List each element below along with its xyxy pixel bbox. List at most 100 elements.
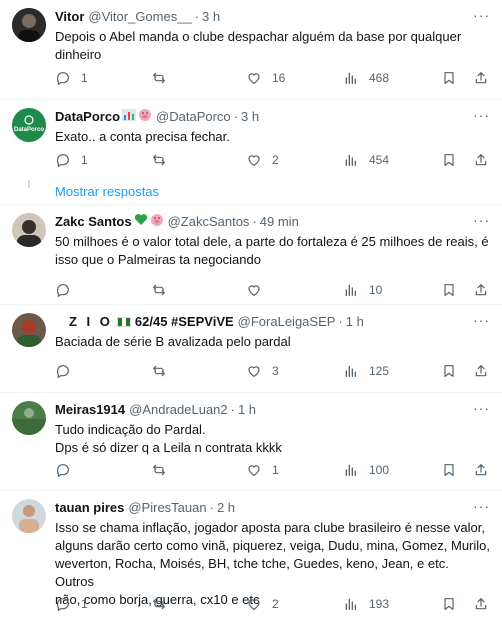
user-handle[interactable]: @AndradeLuan2: [129, 401, 228, 419]
bookmark-button[interactable]: [441, 363, 457, 379]
share-button[interactable]: [473, 70, 489, 86]
display-name-prefix[interactable]: Z I O: [69, 313, 113, 331]
like-button[interactable]: 16: [246, 70, 285, 86]
timestamp[interactable]: 3 h: [202, 8, 220, 26]
bookmark-button[interactable]: [441, 462, 457, 478]
reply-button[interactable]: [55, 282, 81, 298]
avatar[interactable]: [12, 213, 46, 247]
views-chart-icon: [343, 596, 359, 612]
views-button[interactable]: 454: [343, 152, 389, 168]
tweet[interactable]: DataPorco DataPorco @DataPorco · 3 h Exa…: [0, 100, 502, 204]
like-count: 2: [272, 153, 279, 167]
share-button[interactable]: [473, 596, 489, 612]
like-count: 2: [272, 597, 279, 611]
bookmark-button[interactable]: [441, 282, 457, 298]
share-button[interactable]: [473, 152, 489, 168]
like-button[interactable]: 2: [246, 596, 279, 612]
tweet[interactable]: Meiras1914 @AndradeLuan2 · 1 h Tudo indi…: [0, 393, 502, 491]
reply-button[interactable]: 1: [55, 152, 88, 168]
display-name[interactable]: Meiras1914: [55, 401, 125, 419]
more-options-icon[interactable]: ···: [473, 213, 490, 227]
display-name[interactable]: Vitor: [55, 8, 84, 26]
bookmark-button[interactable]: [441, 152, 457, 168]
timestamp[interactable]: 2 h: [217, 499, 235, 517]
tweet-actions: 3 125: [55, 361, 490, 381]
more-options-icon[interactable]: ···: [473, 401, 490, 415]
avatar[interactable]: [12, 401, 46, 435]
bookmark-icon: [441, 462, 457, 478]
more-options-icon[interactable]: ···: [473, 313, 490, 327]
display-name[interactable]: tauan pires: [55, 499, 124, 517]
avatar-text: DataPorco: [13, 127, 44, 133]
like-button[interactable]: 3: [246, 363, 279, 379]
retweet-icon: [151, 462, 167, 478]
share-button[interactable]: [473, 282, 489, 298]
avatar[interactable]: [12, 8, 46, 42]
more-options-icon[interactable]: ···: [473, 499, 490, 513]
retweet-button[interactable]: [151, 282, 177, 298]
views-chart-icon: [343, 363, 359, 379]
like-count: 16: [272, 71, 286, 85]
display-name[interactable]: Zakc Santos: [55, 213, 132, 231]
share-button[interactable]: [473, 363, 489, 379]
views-button[interactable]: 100: [343, 462, 389, 478]
pig-emoji-icon: [138, 108, 152, 126]
retweet-button[interactable]: [151, 596, 177, 612]
avatar[interactable]: [12, 313, 46, 347]
retweet-button[interactable]: [151, 363, 177, 379]
user-handle[interactable]: @Vitor_Gomes__: [88, 8, 191, 26]
timestamp[interactable]: 1 h: [238, 401, 256, 419]
tweet-actions: 1 16 468: [55, 68, 490, 88]
user-handle[interactable]: @ZakcSantos: [168, 213, 250, 231]
retweet-button[interactable]: [151, 70, 177, 86]
tweet[interactable]: Zakc Santos @ZakcSantos · 49 min 50 milh…: [0, 205, 502, 305]
reply-button[interactable]: [55, 462, 81, 478]
avatar[interactable]: DataPorco: [12, 108, 46, 142]
display-name[interactable]: 62/45 #SEPViVE: [135, 313, 234, 331]
bookmark-button[interactable]: [441, 70, 457, 86]
tweet-text-line: weverton, Rocha, Moisés, BH, tche tche, …: [55, 556, 449, 589]
retweet-button[interactable]: [151, 462, 177, 478]
tweet[interactable]: tauan pires @PiresTauan · 2 h Isso se ch…: [0, 491, 502, 624]
views-button[interactable]: 468: [343, 70, 389, 86]
retweet-button[interactable]: [151, 152, 177, 168]
views-button[interactable]: 10: [343, 282, 382, 298]
views-button[interactable]: 193: [343, 596, 389, 612]
timestamp[interactable]: 3 h: [241, 108, 259, 126]
user-handle[interactable]: @DataPorco: [156, 108, 231, 126]
views-count: 468: [369, 71, 390, 85]
reply-button[interactable]: 1: [55, 70, 88, 86]
user-handle[interactable]: @PiresTauan: [128, 499, 206, 517]
bookmark-icon: [441, 363, 457, 379]
like-button[interactable]: 2: [246, 152, 279, 168]
bookmark-button[interactable]: [441, 596, 457, 612]
show-replies-link[interactable]: Mostrar respostas: [55, 184, 159, 199]
tweet[interactable]: Z I O 62/45 #SEPViVE @ForaLeigaSEP · 1 h…: [0, 305, 502, 393]
views-count: 10: [369, 283, 383, 297]
like-button[interactable]: [246, 282, 272, 298]
like-button[interactable]: 1: [246, 462, 279, 478]
views-chart-icon: [343, 70, 359, 86]
avatar[interactable]: [12, 499, 46, 533]
tweet-text-line: Baciada de série B avalizada pelo pardal: [55, 334, 291, 349]
bookmark-icon: [441, 152, 457, 168]
green-heart-icon: [134, 213, 148, 231]
user-handle[interactable]: @ForaLeigaSEP: [238, 313, 336, 331]
reply-icon: [55, 462, 71, 478]
tweet-text-line: Exato.. a conta precisa fechar.: [55, 129, 230, 144]
retweet-icon: [151, 596, 167, 612]
tweet-actions: 1 2 193: [55, 594, 490, 614]
display-name[interactable]: DataPorco: [55, 108, 120, 126]
tweet-text-line: 50 milhoes é o valor total dele, a parte…: [55, 234, 489, 249]
more-options-icon[interactable]: ···: [473, 8, 490, 22]
timestamp[interactable]: 49 min: [260, 213, 299, 231]
more-options-icon[interactable]: ···: [473, 108, 490, 122]
reply-button[interactable]: 1: [55, 596, 88, 612]
share-button[interactable]: [473, 462, 489, 478]
tweet-text-line: dinheiro: [55, 47, 102, 62]
tweet[interactable]: Vitor @Vitor_Gomes__ · 3 h Depois o Abel…: [0, 0, 502, 100]
views-button[interactable]: 125: [343, 363, 389, 379]
retweet-icon: [151, 152, 167, 168]
timestamp[interactable]: 1 h: [346, 313, 364, 331]
reply-button[interactable]: [55, 363, 81, 379]
